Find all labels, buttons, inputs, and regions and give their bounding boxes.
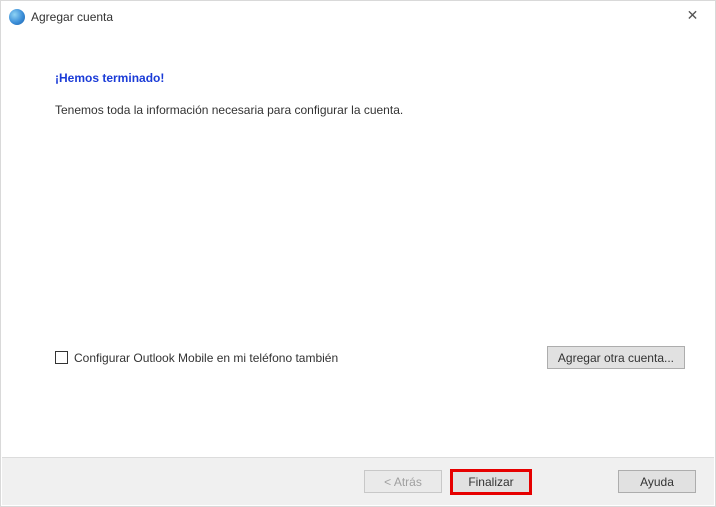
globe-icon [9,9,25,25]
outlook-mobile-checkbox[interactable] [55,351,68,364]
outlook-mobile-label: Configurar Outlook Mobile en mi teléfono… [74,351,338,365]
window-title: Agregar cuenta [31,10,113,24]
close-button[interactable]: ✕ [670,1,715,29]
titlebar: Agregar cuenta ✕ [1,1,715,33]
outlook-mobile-checkbox-group[interactable]: Configurar Outlook Mobile en mi teléfono… [55,351,338,365]
back-button: < Atrás [364,470,442,493]
options-row: Configurar Outlook Mobile en mi teléfono… [55,346,685,369]
completion-heading: ¡Hemos terminado! [55,71,685,85]
content-area: ¡Hemos terminado! Tenemos toda la inform… [55,71,685,117]
completion-subtext: Tenemos toda la información necesaria pa… [55,103,685,117]
help-button[interactable]: Ayuda [618,470,696,493]
footer-bar: < Atrás Finalizar Ayuda [2,457,714,505]
close-icon: ✕ [687,7,699,24]
finish-button[interactable]: Finalizar [450,469,532,495]
dialog-window: Agregar cuenta ✕ ¡Hemos terminado! Tenem… [0,0,716,507]
add-another-account-button[interactable]: Agregar otra cuenta... [547,346,685,369]
